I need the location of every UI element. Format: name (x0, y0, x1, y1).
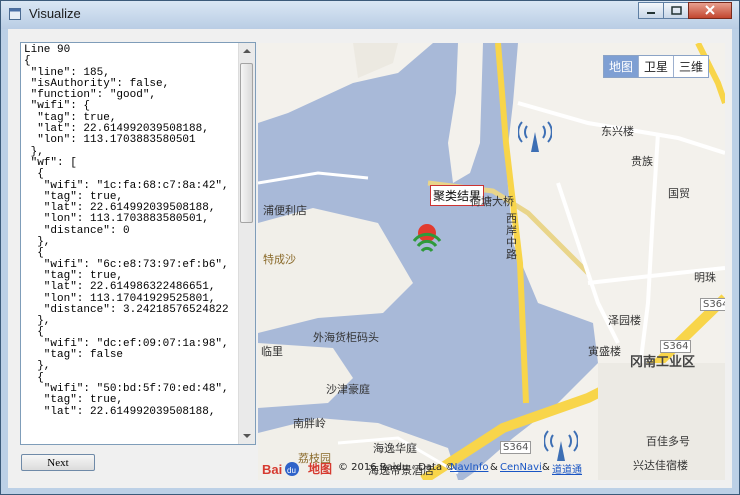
close-button[interactable] (688, 2, 732, 19)
navinfo-link[interactable]: NavInfo (450, 462, 488, 473)
highway-shield: S364 (660, 340, 692, 353)
app-window: Visualize Line 90 { "line": 185, "isAuth… (0, 0, 740, 495)
place-label: 国贸 (668, 187, 690, 200)
window-title: Visualize (29, 6, 81, 21)
place-label: 百佳多号 (646, 435, 690, 448)
window-controls (638, 2, 732, 20)
place-label: 浦便利店 (263, 204, 307, 217)
copyright-text: © 2016 Baidu - Data © (338, 462, 456, 473)
scroll-down-icon[interactable] (239, 428, 255, 444)
amp-separator: & (542, 462, 550, 473)
scroll-thumb[interactable] (240, 63, 253, 223)
place-label: 临里 (261, 345, 283, 358)
wifi-marker-icon[interactable] (544, 427, 578, 461)
map-copyright: Bai du 地图 © 2016 Baidu - Data © NavInfo … (258, 457, 725, 480)
minimize-button[interactable] (638, 2, 664, 19)
place-label: 海逸华庭 (373, 442, 417, 455)
json-text: Line 90 { "line": 185, "isAuthority": fa… (24, 44, 229, 418)
place-label: 外海货柜码头 (313, 331, 379, 344)
map-type-map[interactable]: 地图 (604, 56, 639, 77)
scroll-up-icon[interactable] (239, 43, 255, 59)
svg-text:Bai: Bai (262, 462, 282, 477)
place-label: 荷塘大桥 (470, 195, 514, 208)
next-button[interactable]: Next (21, 454, 95, 471)
map-type-satellite[interactable]: 卫星 (638, 56, 673, 77)
title-bar: Visualize (1, 1, 739, 29)
road-label: 西岸中路 (506, 212, 517, 261)
place-label: 寅盛楼 (588, 345, 621, 358)
cluster-marker-icon[interactable] (410, 223, 446, 257)
wifi-marker-icon[interactable] (518, 118, 552, 152)
highway-shield: S364 (700, 298, 725, 311)
place-label: 贵族 (631, 155, 653, 168)
place-label: 明珠 (694, 271, 716, 284)
place-label: 东兴楼 (601, 125, 634, 138)
svg-text:du: du (287, 466, 296, 475)
vertical-scrollbar[interactable] (238, 43, 255, 444)
district-label: 冈南工业区 (630, 355, 696, 370)
cennavi-link[interactable]: CenNavi (500, 462, 542, 473)
maximize-button[interactable] (663, 2, 689, 19)
maximize-icon (671, 6, 682, 15)
map-brand: 地图 (308, 462, 333, 476)
daodaotong-link[interactable]: 道道通 (552, 461, 582, 476)
baidu-logo: Bai du (262, 462, 299, 477)
highway-shield: S364 (500, 441, 532, 454)
json-textbox[interactable]: Line 90 { "line": 185, "isAuthority": fa… (20, 42, 256, 445)
place-label: 南胖岭 (293, 417, 326, 430)
place-label: 沙津豪庭 (326, 383, 370, 396)
close-icon (705, 5, 715, 15)
place-label: 特成沙 (263, 253, 296, 266)
map-view[interactable]: 聚类结果 地图 卫星 三维 东兴楼 贵族 国贸 荷塘大桥 西岸中路 浦便利店 特… (258, 43, 725, 480)
client-area: Line 90 { "line": 185, "isAuthority": fa… (8, 29, 732, 488)
app-icon (9, 8, 21, 20)
minimize-icon (647, 12, 655, 14)
amp-separator: & (490, 462, 498, 473)
place-label: 泽园楼 (608, 314, 641, 327)
map-canvas[interactable] (258, 43, 725, 480)
map-type-3d[interactable]: 三维 (673, 56, 708, 77)
map-type-switcher: 地图 卫星 三维 (603, 55, 710, 78)
